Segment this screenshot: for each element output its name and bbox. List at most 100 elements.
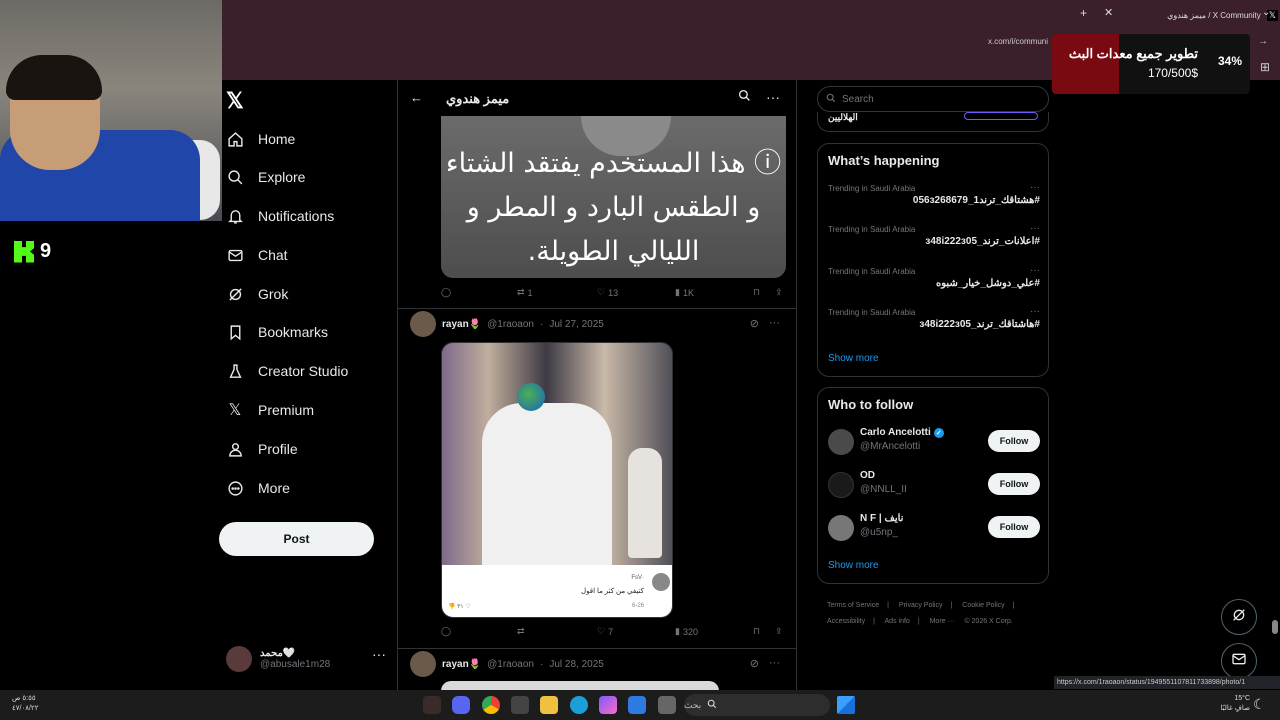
search-input[interactable]: Search [817,86,1049,112]
post-button[interactable]: Post [219,522,374,556]
trend-item[interactable]: Trending in Saudi Arabia #اعلانات_ترند_з… [828,223,1040,247]
mail-app-icon[interactable] [628,696,646,714]
nav-notifications[interactable]: Notifications [226,204,334,228]
nav-bookmarks[interactable]: Bookmarks [226,320,328,344]
tweet-image[interactable]: ⓘ هذا المستخدم يفتقد الشتاء و الطقس البا… [441,116,786,278]
browser-tab[interactable]: ميمز هندوي / X Community 𝕏 [1120,4,1280,26]
forward-icon[interactable]: → [1258,36,1268,47]
nav-profile[interactable]: Profile [226,437,298,461]
follow-button[interactable]: Follow [988,473,1040,495]
footer-link[interactable]: Accessibility [827,618,865,625]
more-horizontal-icon[interactable]: ··· [372,646,386,662]
nav-more[interactable]: More [226,476,290,500]
tweet-date[interactable]: Jul 28, 2025 [549,659,604,670]
tweet-author-name[interactable]: rayan🌷 [442,319,481,330]
scrollbar[interactable] [1272,620,1278,634]
like-button[interactable]: ♡ 13 [597,287,618,298]
tweet-author-handle[interactable]: @1raoaon [487,659,534,670]
chrome-icon[interactable] [482,696,500,714]
messages-floating-button[interactable] [1221,643,1257,679]
views-button[interactable]: ▮ 320 [675,626,698,637]
edge-icon[interactable] [570,696,588,714]
trend-item[interactable]: Trending in Saudi Arabia #هاشتاقك_ترند_з… [828,306,1040,330]
members-button[interactable] [964,112,1038,120]
footer-link[interactable]: Ads info [885,618,910,625]
reply-button[interactable]: ◯ [441,287,454,298]
avatar[interactable] [410,651,436,677]
repost-button[interactable]: ⇄ 1 [517,287,533,298]
close-tab-icon[interactable]: ✕ [1104,6,1113,19]
trend-item[interactable]: Trending in Saudi Arabia #علي_دوشل_خيار_… [828,265,1040,289]
follow-handle: @u5np_ [860,527,898,538]
weather-widget[interactable]: 15°C صافٍ غالبًا [1210,694,1250,714]
avatar[interactable] [410,311,436,337]
bookmark-button[interactable]: ⊓ [753,287,760,298]
trend-item[interactable]: Trending in Saudi Arabia #هشتاقك_ترند1_0… [828,182,1040,206]
more-horizontal-icon[interactable]: ··· [769,317,780,330]
follow-suggestion[interactable]: OD @NNLL_II Follow [828,470,1040,500]
more-horizontal-icon[interactable]: ··· [1030,182,1040,193]
back-arrow-icon[interactable]: ← [410,90,423,105]
nav-label: Explore [258,169,306,185]
tweet-image[interactable] [441,681,719,690]
store-icon[interactable] [511,696,529,714]
folder-icon[interactable] [540,696,558,714]
grok-icon[interactable]: ⊘ [750,317,759,330]
image-person [482,403,612,573]
footer-link[interactable]: Cookie Policy [962,602,1004,609]
footer-link[interactable]: More ··· [930,618,955,625]
follow-button[interactable]: Follow [988,430,1040,452]
app-icon[interactable] [423,696,441,714]
more-horizontal-icon[interactable]: ··· [1030,223,1040,234]
tweet-date[interactable]: Jul 27, 2025 [549,319,604,330]
reply-button[interactable]: ◯ [441,626,454,637]
url-text[interactable]: x.com/i/communi [988,37,1048,46]
nav-creator-studio[interactable]: Creator Studio [226,359,348,383]
account-switcher[interactable]: محمد🤍 @abusale1m28 ··· [226,642,386,676]
x-logo-icon[interactable]: 𝕏 [226,88,244,114]
copilot-icon[interactable] [599,696,617,714]
nav-premium[interactable]: 𝕏 Premium [226,398,314,422]
more-horizontal-icon[interactable]: ··· [769,657,780,670]
taskbar-search-input[interactable]: بحث [684,694,830,716]
tweet-author-handle[interactable]: @1raoaon [487,319,534,330]
nav-chat[interactable]: Chat [226,243,288,267]
more-horizontal-icon[interactable]: ··· [766,89,780,105]
nav-explore[interactable]: Explore [226,165,305,189]
window-icon[interactable] [658,696,676,714]
footer-link[interactable]: Privacy Policy [899,602,943,609]
more-horizontal-icon[interactable]: ··· [1030,306,1040,317]
more-horizontal-icon[interactable]: ··· [1030,265,1040,276]
follow-suggestion[interactable]: N F | نايف @u5np_ Follow [828,513,1040,543]
share-button[interactable]: ⇪ [775,287,783,298]
dot-separator: · [540,318,544,330]
new-tab-button[interactable]: + [1080,6,1087,20]
footer-link[interactable]: Terms of Service [827,602,879,609]
show-more-link[interactable]: Show more [828,353,879,364]
nav-label: More [258,480,290,496]
bookmark-button[interactable]: ⊓ [753,626,760,637]
grok-floating-button[interactable] [1221,599,1257,635]
share-button[interactable]: ⇪ [775,626,783,637]
nav-home[interactable]: Home [226,127,295,151]
footer-links: Terms of Service | Privacy Policy | Cookie… [827,598,1052,630]
tweet-author-name[interactable]: rayan🌷 [442,659,481,670]
tweet-image[interactable]: FsV· كتيفي من كثر ما اقول 6-26 👎 ٣١ ♡ [441,342,673,618]
repost-button[interactable]: ⇄ [517,626,528,637]
views-button[interactable]: ▮ 1K [675,287,694,298]
follow-button[interactable]: Follow [988,516,1040,538]
grid-icon[interactable]: ⊞ [1260,60,1270,74]
taskbar-clock[interactable]: ٥:٥٥ ص ٤٧/٠٨/٢٢ [12,694,38,714]
clock-date: ٤٧/٠٨/٢٢ [12,705,39,712]
windows-start-icon[interactable] [837,696,855,714]
nav-grok[interactable]: Grok [226,282,288,306]
copyright: © 2026 X Corp. [964,618,1013,625]
grok-icon[interactable]: ⊘ [750,657,759,670]
search-icon[interactable] [738,89,751,107]
show-more-link[interactable]: Show more [828,560,879,571]
like-button[interactable]: ♡ 7 [597,626,613,637]
tab-list-icon[interactable]: ⌄ [1262,7,1270,18]
discord-icon[interactable] [452,696,470,714]
heart-icon: ♡ [597,626,606,636]
follow-suggestion[interactable]: Carlo Ancelotti ✓ @MrAncelotti Follow [828,427,1040,457]
